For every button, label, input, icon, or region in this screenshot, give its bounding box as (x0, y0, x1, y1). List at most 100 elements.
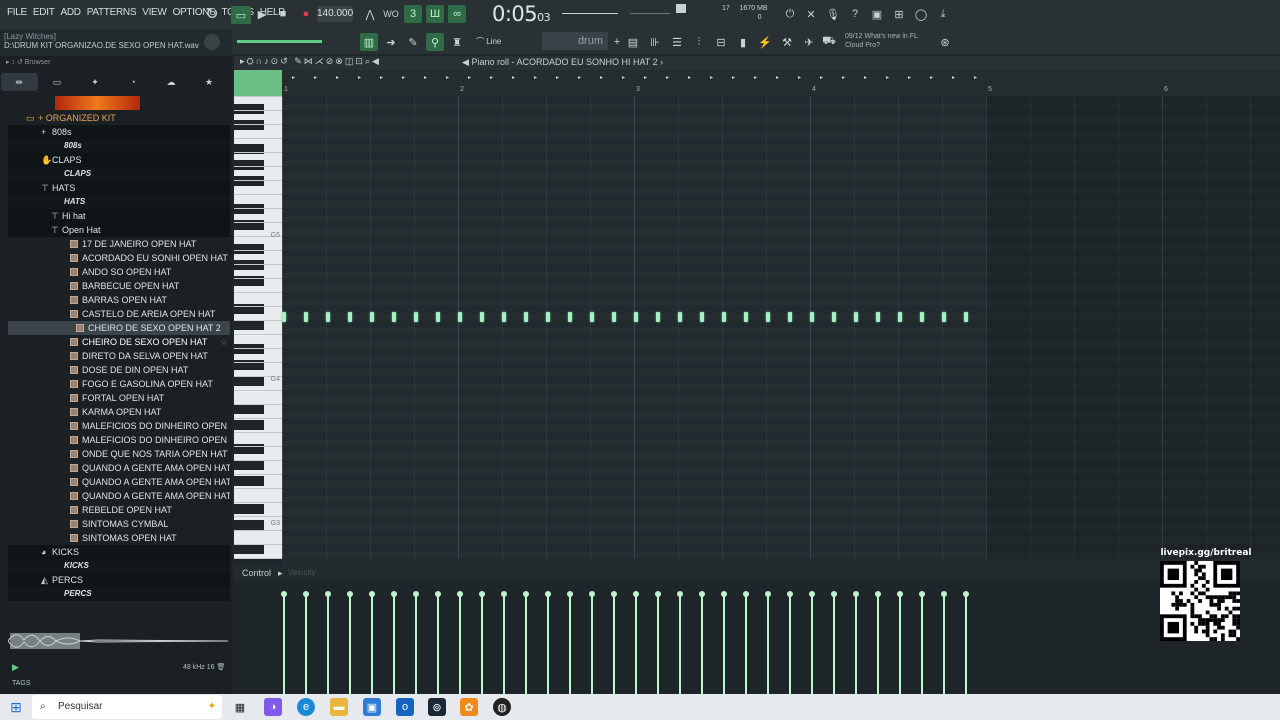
browser-folder-item[interactable]: ✋ CLAPS (8, 153, 230, 167)
velocity-label[interactable]: Velocity (288, 568, 316, 577)
browser-file-item[interactable]: CASTELO DE AREIA OPEN HAT (8, 307, 230, 321)
velocity-bar[interactable] (479, 591, 485, 694)
midi-note[interactable] (480, 312, 484, 322)
midi-note[interactable] (964, 312, 968, 322)
blend-icon[interactable]: Ш (426, 5, 444, 23)
browser-folder-item[interactable]: ⊤ Open Hat (8, 223, 230, 237)
midi-note[interactable] (942, 312, 946, 322)
velocity-bar[interactable] (677, 591, 683, 694)
midi-note[interactable] (590, 312, 594, 322)
browser-file-item[interactable]: ACORDADO EU SONHI OPEN HAT (8, 251, 230, 265)
midi-note[interactable] (854, 312, 858, 322)
black-key[interactable] (234, 260, 264, 270)
mixer-icon[interactable]: ⫶ (690, 33, 708, 51)
velocity-bar[interactable] (611, 591, 617, 694)
midi-note[interactable] (546, 312, 550, 322)
metronome-icon[interactable]: ⋀ (361, 5, 379, 23)
loop-record-icon[interactable]: ∞ (448, 5, 466, 23)
menu-patterns[interactable]: PATTERNS (84, 7, 139, 18)
obs-icon[interactable]: ◍ (493, 698, 511, 716)
browser-file-item[interactable]: FOGO E GASOLINA OPEN HAT (8, 377, 230, 391)
position-slider[interactable] (237, 40, 322, 43)
midi-note[interactable] (788, 312, 792, 322)
chat-icon[interactable]: ◯ (912, 5, 930, 23)
midi-note[interactable] (810, 312, 814, 322)
mic-icon[interactable]: 🎙 (824, 5, 842, 23)
browser-folder-item[interactable]: ⊤ HATS (8, 181, 230, 195)
master-pitch-slider[interactable] (562, 13, 618, 14)
tab-plugins-icon[interactable]: ✦ (77, 73, 114, 91)
midi-note[interactable] (568, 312, 572, 322)
outlook-icon[interactable]: o (396, 698, 414, 716)
black-key[interactable] (234, 504, 264, 514)
tool-icon[interactable]: ⚒ (778, 33, 796, 51)
browser-folder-item[interactable]: ◭ PERCS (8, 573, 230, 587)
piano-roll-title[interactable]: ◀ Piano roll - ACORDADO EU SONHO HI HAT … (462, 57, 663, 68)
favorite-star-icon[interactable]: ☆ (220, 335, 228, 349)
tab-favorites-icon[interactable]: ★ (191, 73, 228, 91)
midi-note[interactable] (634, 312, 638, 322)
snap-selector[interactable]: ⌒ Line (476, 36, 501, 47)
velocity-bar[interactable] (743, 591, 749, 694)
midi-note[interactable] (282, 312, 286, 322)
link-icon[interactable]: ⚲ (426, 33, 444, 51)
master-volume-slider[interactable] (630, 13, 670, 14)
timeline-ruler[interactable]: 1 2 3 4 5 6 ▸ ▸ ▸ ▸ ▸ ▸ ▸ ▸ ▸ ▸ ▸ ▸ ▸ ▸ ▸ ▸ ▸ ▸ ▸ ▸ ▸ ▸ ▸ ▸ ▸ ▸ ▸ ▸ ▸ ▸ ▸ ▸ (282, 70, 1280, 96)
power-icon[interactable]: ⏻ (781, 5, 799, 23)
velocity-bar[interactable] (633, 591, 639, 694)
velocity-bar[interactable] (699, 591, 705, 694)
plugin-icon[interactable]: ⊞ (890, 5, 908, 23)
midi-note[interactable] (458, 312, 462, 322)
browser-file-item[interactable]: DIRETO DA SELVA OPEN HAT (8, 349, 230, 363)
wait-icon[interactable]: WO (382, 5, 400, 23)
browser-folder-item[interactable]: +808s (8, 125, 230, 139)
tab-all-icon[interactable]: ⇹ (0, 73, 38, 91)
browser-subfolder-label[interactable]: 808s (8, 139, 230, 153)
refresh-icon[interactable]: ↻ (203, 5, 221, 23)
piano-roll-tools[interactable]: ▸⛭∩♪⊙↺ ✎⋈⋌⊘⊗◫⊡⌕◀ (240, 56, 381, 67)
browser-arrows-icon[interactable]: ▸ ↕ ↺ (6, 59, 23, 66)
browser-file-item[interactable]: FORTAL OPEN HAT (8, 391, 230, 405)
velocity-bar[interactable] (281, 591, 287, 694)
velocity-bar[interactable] (589, 591, 595, 694)
browser-file-item[interactable]: SINTOMAS OPEN HAT (8, 531, 230, 545)
midi-note[interactable] (832, 312, 836, 322)
play-icon[interactable]: ▶ (253, 5, 271, 23)
stop-icon[interactable]: ■ (274, 5, 292, 23)
browser-file-item[interactable]: QUANDO A GENTE AMA OPEN HAT 3 (8, 475, 230, 489)
menu-add[interactable]: ADD (58, 7, 84, 18)
velocity-bar[interactable] (831, 591, 837, 694)
browser-subfolder-label[interactable]: CLAPS (8, 167, 230, 181)
speaker-icon[interactable]: ◀ (462, 57, 469, 67)
play-preview-icon[interactable]: ▶ (12, 662, 19, 673)
control-label[interactable]: Control (242, 568, 271, 578)
bird-icon[interactable]: ✈ (800, 33, 818, 51)
velocity-bar[interactable] (347, 591, 353, 694)
velocity-bar[interactable] (457, 591, 463, 694)
tab-database-icon[interactable]: ◔ (115, 73, 152, 91)
midi-note[interactable] (766, 312, 770, 322)
news-panel[interactable]: 09/12 What's new in FL Cloud Pro? (845, 32, 918, 50)
velocity-bar[interactable] (655, 591, 661, 694)
copilot-icon[interactable]: ◑ (264, 698, 282, 716)
record-icon[interactable]: ● (297, 5, 315, 23)
black-key[interactable] (234, 320, 264, 330)
black-key[interactable] (234, 420, 264, 430)
edge-icon[interactable]: e (297, 698, 315, 716)
browser-file-item[interactable]: QUANDO A GENTE AMA OPEN HAT 2 (8, 461, 230, 475)
pattern-selector[interactable]: drum (542, 32, 608, 50)
velocity-bar[interactable] (853, 591, 859, 694)
midi-note[interactable] (524, 312, 528, 322)
tab-files-icon[interactable]: ▭ (39, 73, 76, 91)
download-icon[interactable]: ⤓ (934, 5, 952, 23)
browser-file-item[interactable]: KARMA OPEN HAT (8, 405, 230, 419)
browser-file-item[interactable]: ONDE QUE NOS TARIA OPEN HAT (8, 447, 230, 461)
velocity-bar[interactable] (325, 591, 331, 694)
black-key[interactable] (234, 476, 264, 486)
plug-icon[interactable]: ⚡ (756, 33, 774, 51)
song-mode-button[interactable]: ▭ (231, 6, 251, 24)
midi-note[interactable] (502, 312, 506, 322)
black-key[interactable] (234, 176, 264, 186)
velocity-bar[interactable] (963, 591, 969, 694)
browser-file-item[interactable]: MALEFICIOS DO DINHEIRO OPEN HAT (8, 433, 230, 447)
